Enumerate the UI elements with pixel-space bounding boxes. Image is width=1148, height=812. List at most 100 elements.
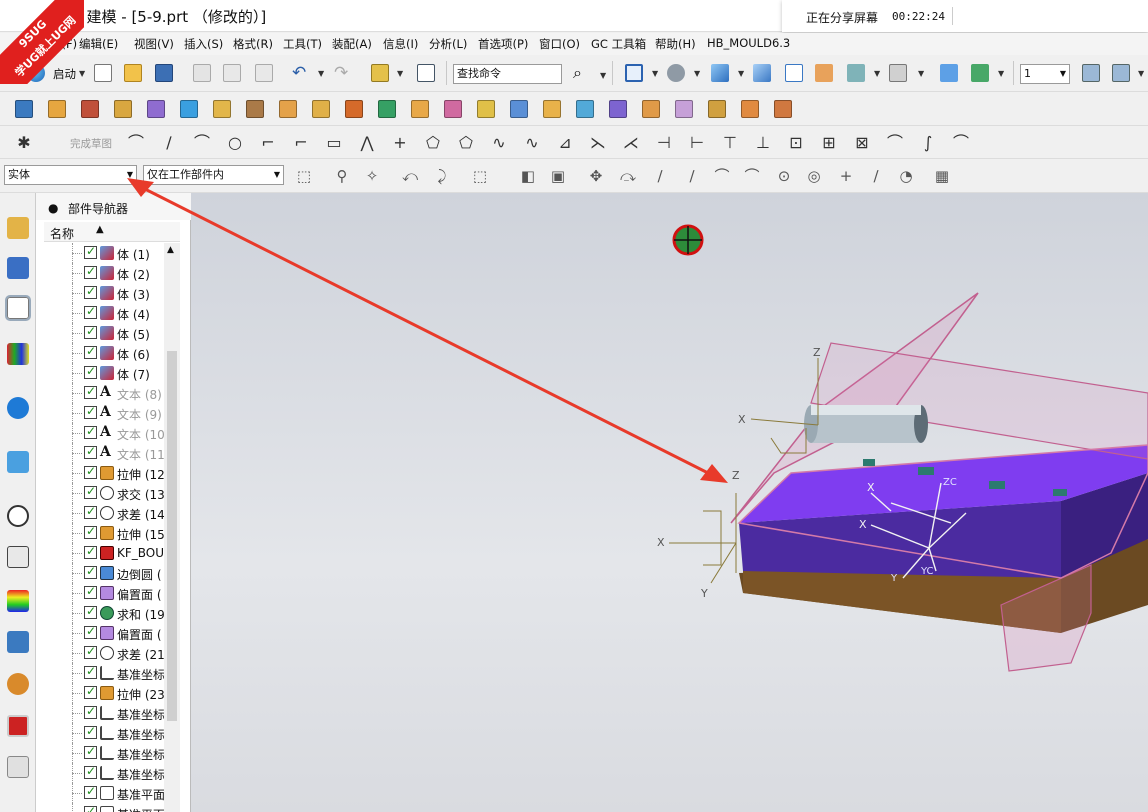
tree-node[interactable]: 拉伸 (15	[44, 523, 164, 543]
selection-dropdown-icon[interactable]: ▼	[397, 69, 403, 78]
save-icon[interactable]	[152, 61, 176, 85]
visibility-checkbox[interactable]	[84, 344, 97, 359]
paste-icon[interactable]	[252, 61, 276, 85]
visibility-checkbox[interactable]	[84, 764, 97, 779]
feature-tool-icon[interactable]	[276, 97, 300, 121]
tree-node[interactable]: 基准平面	[44, 783, 164, 803]
chevron-down-icon[interactable]: ▼	[127, 166, 133, 184]
blank-panel-icon[interactable]	[7, 756, 29, 778]
graphics-window[interactable]: Z X Z X Y X X ZC Y YC	[191, 193, 1148, 812]
feature-tool-icon[interactable]	[111, 97, 135, 121]
undo-icon[interactable]: ↶	[289, 61, 313, 85]
selection-tool-icon[interactable]: ∕	[864, 164, 888, 188]
selection-tool-icon[interactable]: ▣	[546, 164, 570, 188]
feature-tool-icon[interactable]	[606, 97, 630, 121]
feature-tool-icon[interactable]	[540, 97, 564, 121]
visibility-checkbox[interactable]	[84, 304, 97, 319]
visibility-checkbox[interactable]	[84, 744, 97, 759]
tree-node[interactable]: 求和 (19	[44, 603, 164, 623]
visibility-checkbox[interactable]	[84, 564, 97, 579]
feature-tool-icon[interactable]	[573, 97, 597, 121]
menu-preferences[interactable]: 首选项(P)	[478, 36, 528, 52]
visibility-checkbox[interactable]	[84, 244, 97, 259]
sketch-tool-icon[interactable]: +	[388, 131, 412, 155]
sketch-tool-icon[interactable]: ⋀	[355, 131, 379, 155]
visibility-checkbox[interactable]	[84, 504, 97, 519]
feature-tool-icon[interactable]	[144, 97, 168, 121]
visibility-checkbox[interactable]	[84, 704, 97, 719]
feature-tool-icon[interactable]	[639, 97, 663, 121]
selection-tool-icon[interactable]: ⌒	[740, 164, 764, 188]
tree-node[interactable]: 求差 (14	[44, 503, 164, 523]
sketch-tool-icon[interactable]: ⊡	[784, 131, 808, 155]
tree-node[interactable]: 基准坐标	[44, 743, 164, 763]
tree-node[interactable]: 边倒圆 (	[44, 563, 164, 583]
background-dropdown-icon[interactable]: ▼	[918, 69, 924, 78]
clock-icon[interactable]	[7, 505, 29, 527]
feature-tool-icon[interactable]	[771, 97, 795, 121]
info-window-icon[interactable]	[414, 61, 438, 85]
web-browser-icon[interactable]	[7, 397, 29, 419]
shaded-view-icon[interactable]	[708, 61, 732, 85]
selection-tool-icon[interactable]: ⚲	[330, 164, 354, 188]
menu-format[interactable]: 格式(R)	[233, 36, 273, 52]
scroll-up-icon[interactable]: ▲	[167, 245, 174, 255]
menu-help[interactable]: 帮助(H)	[655, 36, 696, 52]
feature-tool-icon[interactable]	[474, 97, 498, 121]
sketch-tool-icon[interactable]: ⌒	[190, 131, 214, 155]
wireframe-icon[interactable]	[782, 61, 806, 85]
sketch-tool-icon[interactable]: ⊿	[553, 131, 577, 155]
selection-tool-icon[interactable]: ◎	[802, 164, 826, 188]
visibility-checkbox[interactable]	[84, 364, 97, 379]
tree-node[interactable]: 体 (4)	[44, 303, 164, 323]
sketch-tool-icon[interactable]: ⌒	[124, 131, 148, 155]
sketch-tool-icon[interactable]: ⊤	[718, 131, 742, 155]
menu-insert[interactable]: 插入(S)	[184, 36, 223, 52]
selection-tool-icon[interactable]: ⬚	[292, 164, 316, 188]
open-folder-icon[interactable]	[121, 61, 145, 85]
feature-tool-icon[interactable]	[177, 97, 201, 121]
sketch-tool-icon[interactable]: ⌐	[256, 131, 280, 155]
sketch-tool-icon[interactable]: ∫	[916, 131, 940, 155]
sketch-tool-icon[interactable]: ⬠	[421, 131, 445, 155]
feature-tool-icon[interactable]	[375, 97, 399, 121]
search-icon[interactable]: ⌕	[570, 61, 594, 85]
feature-tool-icon[interactable]	[243, 97, 267, 121]
tree-node[interactable]: 求差 (21	[44, 643, 164, 663]
layer-settings-icon[interactable]	[1079, 61, 1103, 85]
tree-node[interactable]: 体 (2)	[44, 263, 164, 283]
reuse-library-icon[interactable]	[7, 343, 29, 365]
sketch-tool-icon[interactable]: ○	[223, 131, 247, 155]
type-filter-select[interactable]: 实体 ▼	[4, 165, 137, 185]
selection-tool-icon[interactable]: ∕	[648, 164, 672, 188]
tree-node[interactable]: 体 (6)	[44, 343, 164, 363]
visibility-checkbox[interactable]	[84, 404, 97, 419]
menu-hb-mould[interactable]: HB_MOULD6.3	[707, 36, 790, 50]
tree-node[interactable]: 体 (3)	[44, 283, 164, 303]
undo-dropdown-icon[interactable]: ▼	[318, 69, 324, 78]
menu-view[interactable]: 视图(V)	[134, 36, 174, 52]
cut-icon[interactable]	[190, 61, 214, 85]
finish-sketch-label[interactable]: 完成草图	[70, 136, 112, 151]
visibility-checkbox[interactable]	[84, 644, 97, 659]
feature-tool-icon[interactable]	[309, 97, 333, 121]
command-finder-input[interactable]: 查找命令	[453, 64, 562, 84]
tree-node[interactable]: 基准坐标	[44, 703, 164, 723]
clip-view-icon[interactable]	[844, 61, 868, 85]
sketch-tool-icon[interactable]: ⋋	[586, 131, 610, 155]
feature-tool-icon[interactable]	[441, 97, 465, 121]
constraint-navigator-icon[interactable]	[7, 257, 29, 279]
tree-node[interactable]: A 文本 (8)	[44, 383, 164, 403]
menu-analysis[interactable]: 分析(L)	[429, 36, 467, 52]
tree-node[interactable]: 拉伸 (23	[44, 683, 164, 703]
layer-dropdown-icon[interactable]: ▼	[1138, 69, 1144, 78]
visibility-checkbox[interactable]	[84, 324, 97, 339]
menu-window[interactable]: 窗口(O)	[539, 36, 580, 52]
menu-gc-toolbox[interactable]: GC 工具箱	[591, 36, 646, 52]
feature-tool-icon[interactable]	[705, 97, 729, 121]
fit-view-icon[interactable]	[622, 61, 646, 85]
feature-tool-icon[interactable]	[12, 97, 36, 121]
section-view-icon[interactable]	[812, 61, 836, 85]
fit-dropdown-icon[interactable]: ▼	[652, 69, 658, 78]
visibility-checkbox[interactable]	[84, 664, 97, 679]
